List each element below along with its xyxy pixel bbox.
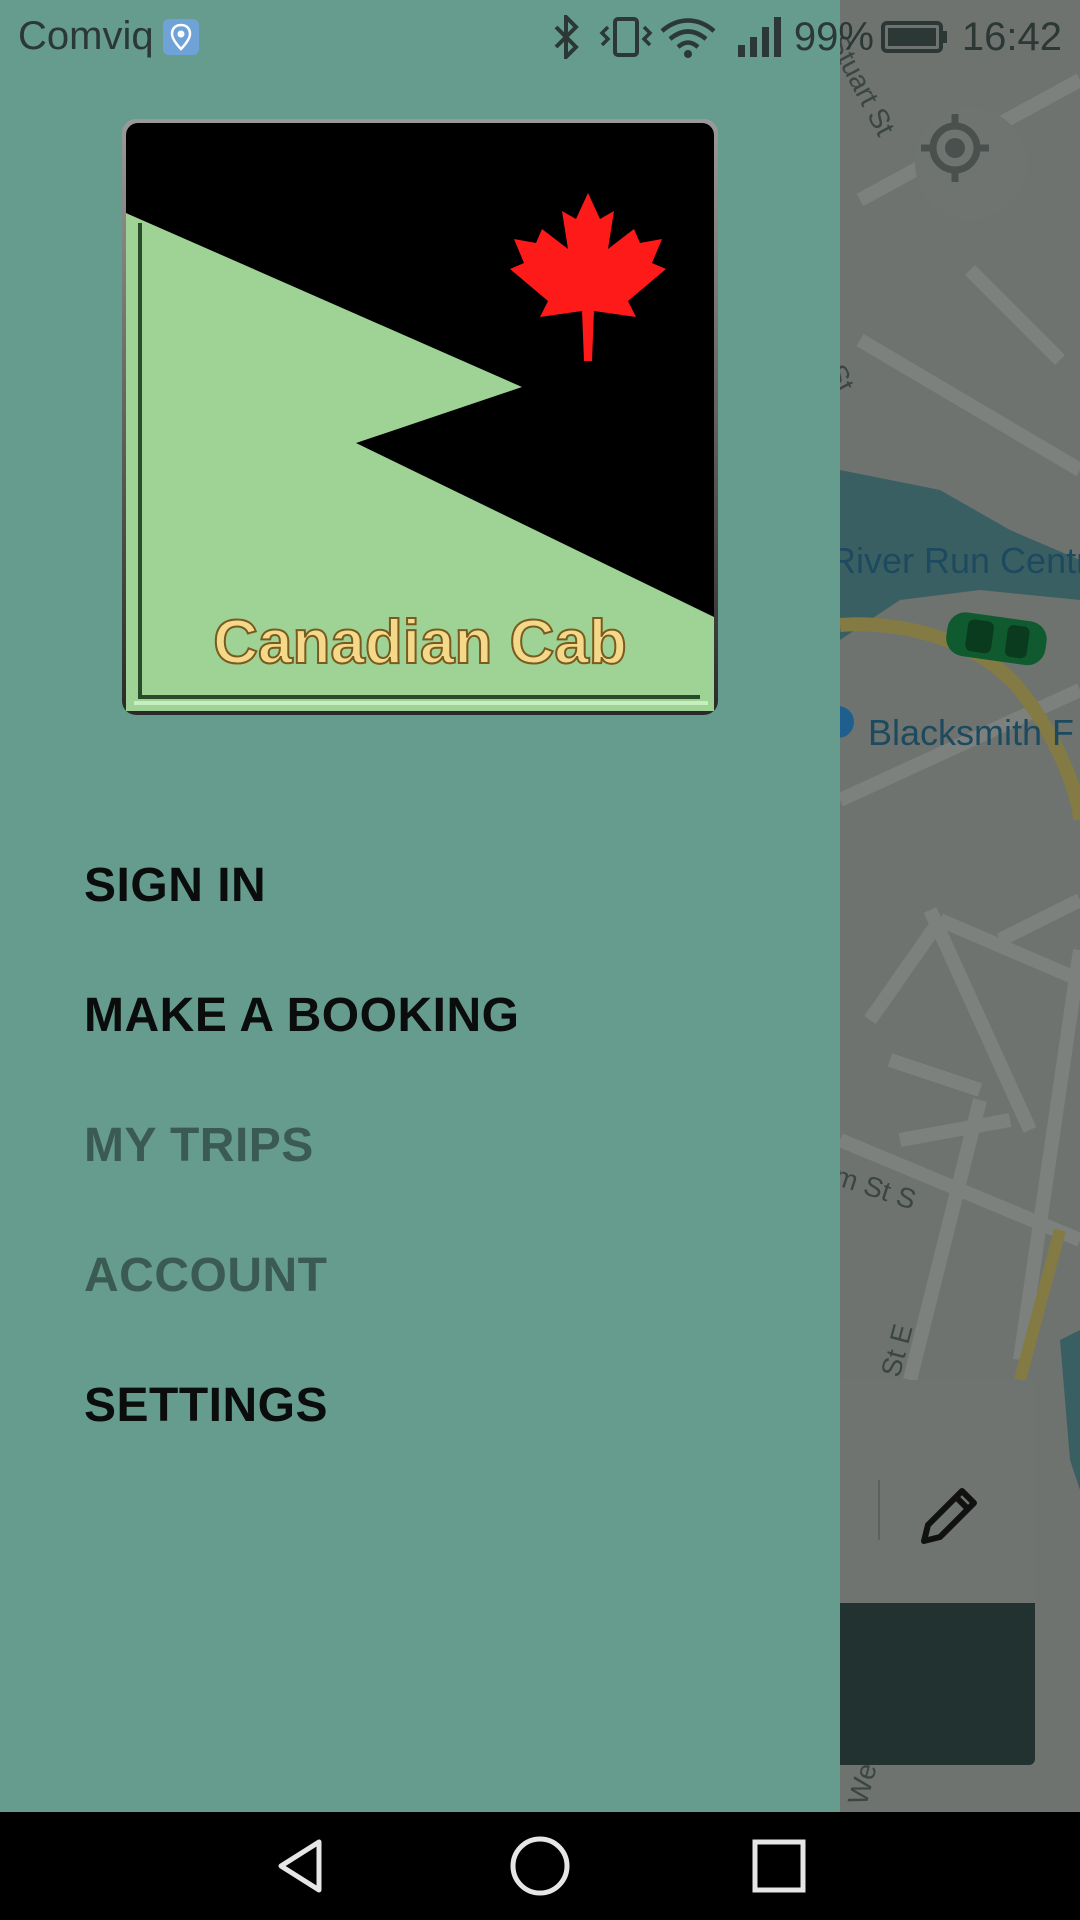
back-button[interactable] [261, 1826, 341, 1906]
recents-button[interactable] [739, 1826, 819, 1906]
edit-button[interactable] [910, 1475, 1000, 1565]
location-icon [163, 19, 199, 55]
menu-item-settings[interactable]: SETTINGS [84, 1378, 328, 1433]
menu-item-make-a-booking[interactable]: MAKE A BOOKING [84, 988, 519, 1043]
canadian-cab-logo: Canadian Cab [122, 119, 718, 715]
locate-me-icon [921, 114, 989, 182]
back-icon [278, 1839, 322, 1893]
menu-item-my-trips: MY TRIPS [84, 1119, 314, 1172]
locate-me-button[interactable] [915, 108, 1027, 220]
navigation-drawer: Canadian Cab SIGN IN MAKE A BOOKING MY T… [0, 0, 840, 1812]
pencil-icon [921, 1488, 977, 1544]
home-icon [510, 1836, 570, 1896]
carrier-name: Comviq [18, 14, 154, 58]
card-divider [878, 1480, 880, 1540]
battery-icon [880, 21, 947, 53]
clock: 16:42 [961, 14, 1062, 59]
map-label-poi: Blacksmith F [868, 712, 1075, 753]
map-label-poi: River Run Centr [830, 540, 1080, 581]
status-icons: 99% 16:42 [548, 12, 1062, 62]
screen: Stuart St s St River Run Centr Blacksmit… [0, 0, 1080, 1920]
menu-item-sign-in[interactable]: SIGN IN [84, 858, 266, 913]
status-bar: Comviq 99% 16:42 [0, 0, 1080, 72]
signal-icon [737, 17, 781, 57]
recents-icon [752, 1839, 806, 1893]
vibrate-icon [599, 17, 653, 57]
wifi-icon [660, 18, 716, 58]
home-button[interactable] [500, 1826, 580, 1906]
logo-text: Canadian Cab [213, 608, 626, 677]
navigation-bar [0, 1812, 1080, 1920]
bluetooth-icon [554, 15, 579, 59]
battery-percent: 99% [793, 14, 874, 59]
menu-item-account: ACCOUNT [84, 1249, 328, 1302]
